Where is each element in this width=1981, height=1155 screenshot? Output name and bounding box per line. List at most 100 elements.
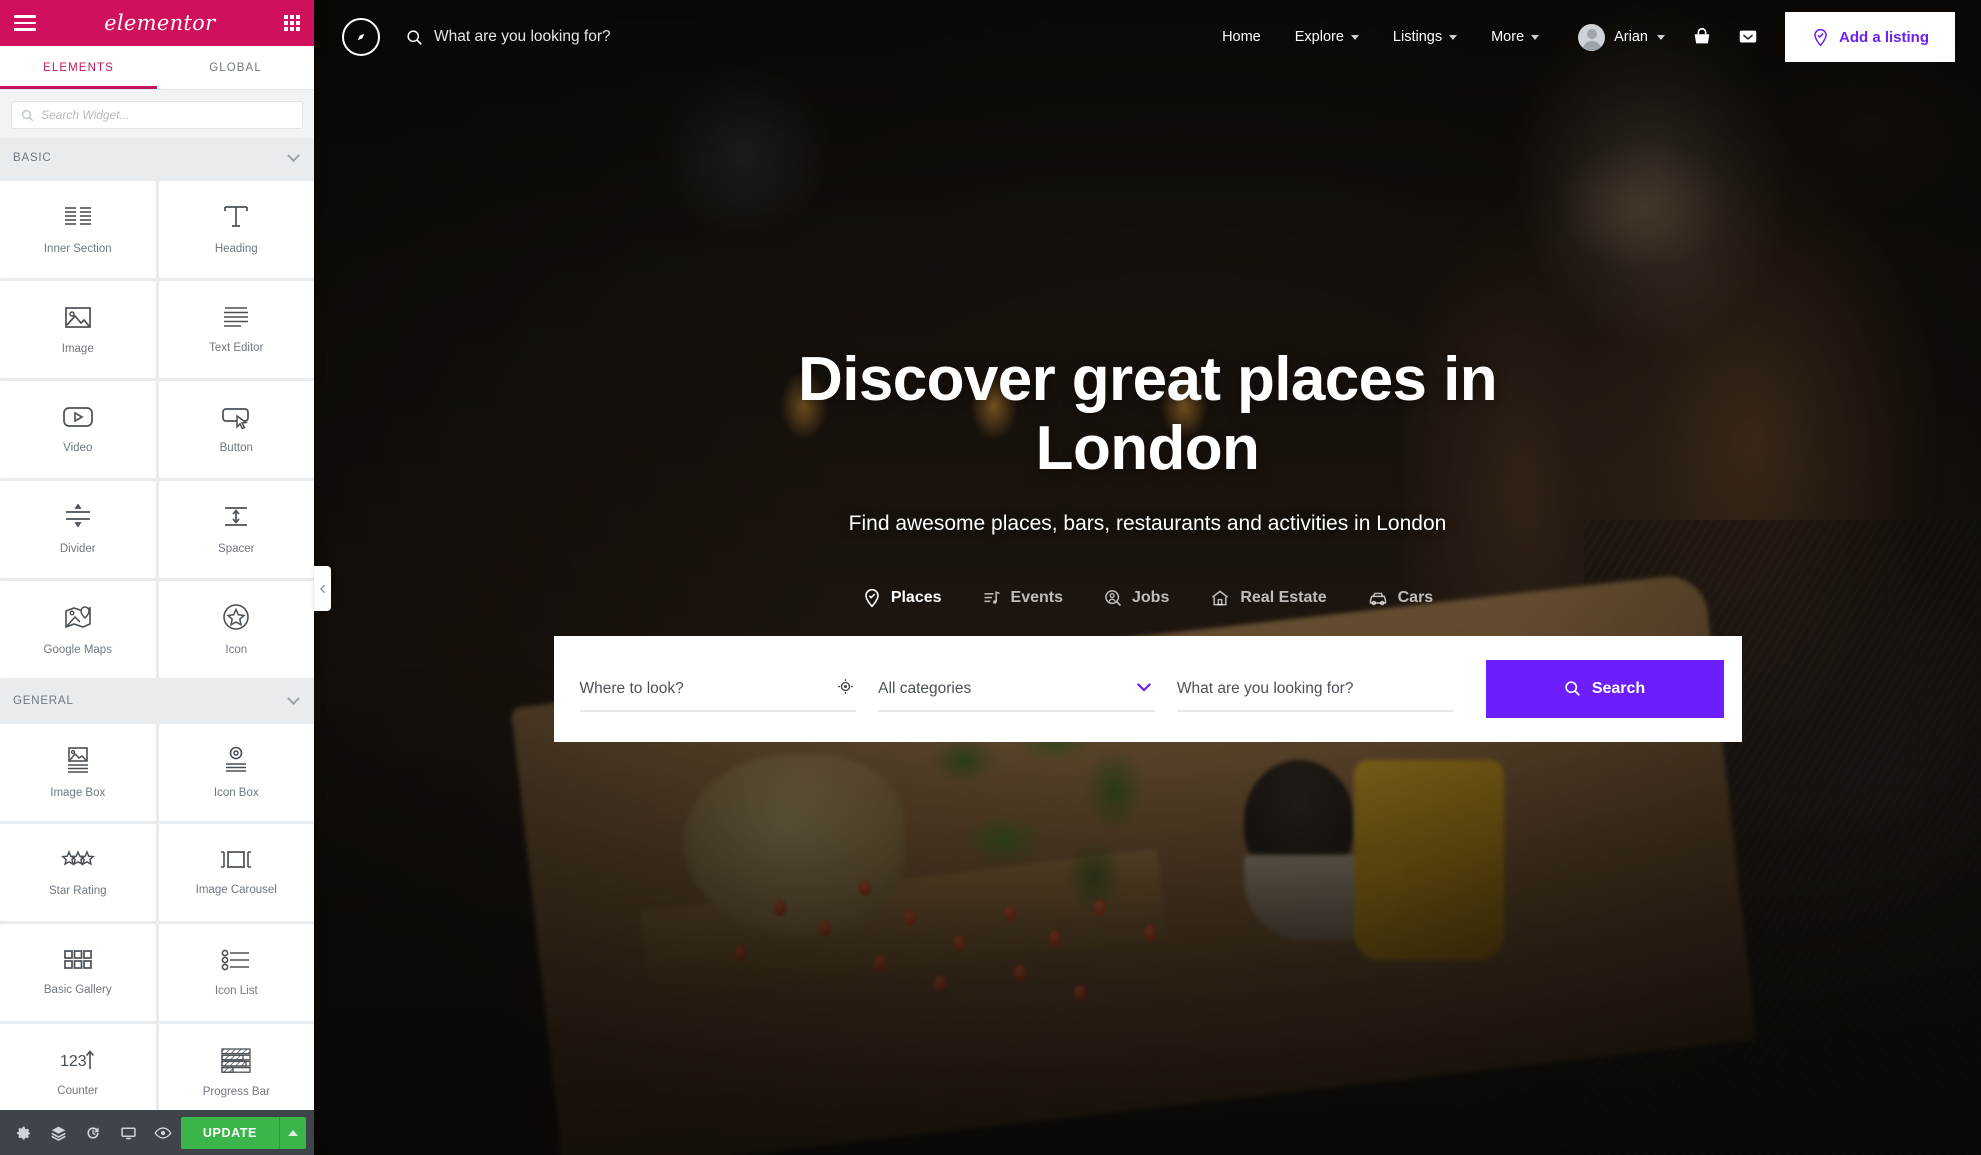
widget-counter[interactable]: 123 Counter [0, 1024, 156, 1110]
eye-icon[interactable] [146, 1118, 179, 1148]
search-button[interactable]: Search [1485, 659, 1724, 718]
caret-up-icon [288, 1129, 298, 1136]
layers-icon[interactable] [43, 1118, 76, 1148]
search-widget-box[interactable] [11, 101, 303, 129]
widgets-general: Image Box Icon Box Star Rating Image Car… [0, 721, 314, 1110]
tab-global[interactable]: GLOBAL [157, 46, 314, 89]
widget-basic-gallery[interactable]: Basic Gallery [0, 924, 156, 1021]
header-search-placeholder: What are you looking for? [434, 28, 611, 45]
widget-google-maps[interactable]: Google Maps [0, 581, 156, 678]
user-menu[interactable]: Arian [1556, 23, 1679, 51]
widget-label: Image [61, 342, 94, 355]
location-field[interactable]: Where to look? [572, 666, 871, 712]
add-listing-button[interactable]: Add a listing [1785, 12, 1955, 62]
category-tab-places[interactable]: Places [860, 584, 944, 612]
widget-spacer[interactable]: Spacer [158, 481, 314, 578]
widget-image[interactable]: Image [0, 281, 156, 378]
widget-list[interactable]: BASIC Inner Section Heading Image Text E… [0, 138, 314, 1110]
widget-search-wrapper [0, 90, 314, 138]
button-cursor-icon [222, 408, 250, 429]
chevron-down-icon [1350, 34, 1359, 40]
video-play-icon [62, 407, 93, 427]
svg-text:123: 123 [60, 1053, 87, 1070]
category-tab-cars[interactable]: Cars [1365, 584, 1436, 612]
cart-button[interactable] [1679, 26, 1725, 48]
search-widget-input[interactable] [41, 108, 293, 122]
field-underline [579, 709, 857, 712]
elementor-logo: elementor [104, 11, 216, 35]
section-header-basic[interactable]: BASIC [0, 138, 314, 178]
hero-subtitle: Find awesome places, bars, restaurants a… [848, 511, 1447, 535]
widget-heading[interactable]: Heading [158, 181, 314, 278]
category-tabs: Places Events Jobs Real Estate Cars [314, 584, 1981, 612]
widget-icon[interactable]: Icon [158, 581, 314, 678]
star-rating-icon [60, 850, 95, 866]
nav-item-home[interactable]: Home [1205, 29, 1278, 45]
widget-label: Icon List [214, 985, 258, 997]
widget-icon-box[interactable]: Icon Box [158, 724, 314, 821]
map-pin-check-icon [1814, 28, 1827, 47]
widget-label: Spacer [218, 543, 255, 555]
nav-item-explore[interactable]: Explore [1278, 29, 1376, 45]
gear-icon[interactable] [8, 1118, 41, 1148]
widget-label: Image Box [50, 787, 106, 799]
icon-box-icon [226, 746, 247, 772]
history-clock-icon[interactable] [77, 1118, 110, 1148]
widget-progress-bar[interactable]: Progress Bar [158, 1024, 314, 1110]
panel-collapse-handle[interactable] [314, 566, 331, 611]
category-label: Places [890, 588, 942, 606]
events-note-icon [984, 590, 1000, 604]
hamburger-icon[interactable] [14, 15, 36, 31]
widget-icon-list[interactable]: Icon List [158, 924, 314, 1021]
field-underline [1176, 709, 1454, 712]
category-value: All categories [878, 679, 972, 697]
category-tab-real-estate[interactable]: Real Estate [1207, 584, 1328, 612]
widget-inner-section[interactable]: Inner Section [0, 181, 156, 278]
nav-item-more[interactable]: More [1474, 29, 1556, 45]
category-label: Cars [1397, 588, 1434, 606]
cart-icon [1694, 27, 1710, 44]
divider-icon [65, 504, 90, 528]
avatar [1578, 23, 1606, 51]
section-title-general: GENERAL [13, 695, 74, 707]
update-group: UPDATE [180, 1116, 306, 1149]
widget-label: Counter [57, 1085, 99, 1097]
site-logo[interactable] [342, 18, 380, 56]
widgets-basic: Inner Section Heading Image Text Editor … [0, 178, 314, 681]
nav-item-listings[interactable]: Listings [1376, 29, 1474, 45]
site-preview: What are you looking for? Home Explore L… [314, 0, 1981, 1155]
widget-label: Icon [225, 644, 248, 656]
tab-elements[interactable]: ELEMENTS [0, 46, 157, 89]
jobs-person-search-icon [1105, 590, 1122, 606]
location-placeholder: Where to look? [579, 679, 684, 697]
widget-text-editor[interactable]: Text Editor [158, 281, 314, 378]
messages-button[interactable] [1725, 26, 1771, 48]
widget-star-rating[interactable]: Star Rating [0, 824, 156, 921]
category-select[interactable]: All categories [870, 666, 1169, 712]
category-tab-jobs[interactable]: Jobs [1101, 584, 1171, 612]
widget-divider[interactable]: Divider [0, 481, 156, 578]
widget-label: Google Maps [43, 643, 112, 656]
update-options-button[interactable] [279, 1116, 306, 1149]
grid-apps-icon[interactable] [283, 14, 300, 32]
progress-bar-icon [221, 1048, 251, 1073]
search-icon [22, 109, 34, 121]
text-editor-icon [224, 307, 249, 327]
category-tab-events[interactable]: Events [980, 584, 1065, 612]
header-search[interactable]: What are you looking for? [406, 28, 611, 46]
monitor-icon[interactable] [112, 1118, 145, 1148]
widget-label: Text Editor [209, 342, 264, 354]
widget-video[interactable]: Video [0, 381, 156, 478]
hero-title: Discover great places in London [798, 345, 1498, 484]
widget-image-box[interactable]: Image Box [0, 724, 156, 821]
section-header-general[interactable]: GENERAL [0, 681, 314, 721]
geolocate-icon[interactable] [837, 678, 854, 700]
user-name: Arian [1614, 29, 1648, 45]
widget-button[interactable]: Button [158, 381, 314, 478]
update-button[interactable]: UPDATE [180, 1116, 279, 1149]
widget-image-carousel[interactable]: Image Carousel [158, 824, 314, 921]
main-nav: Home Explore Listings More Arian Add a l… [1205, 12, 1981, 62]
widget-label: Star Rating [48, 885, 107, 897]
widget-label: Inner Section [43, 243, 112, 255]
keyword-field[interactable]: What are you looking for? [1169, 666, 1468, 712]
